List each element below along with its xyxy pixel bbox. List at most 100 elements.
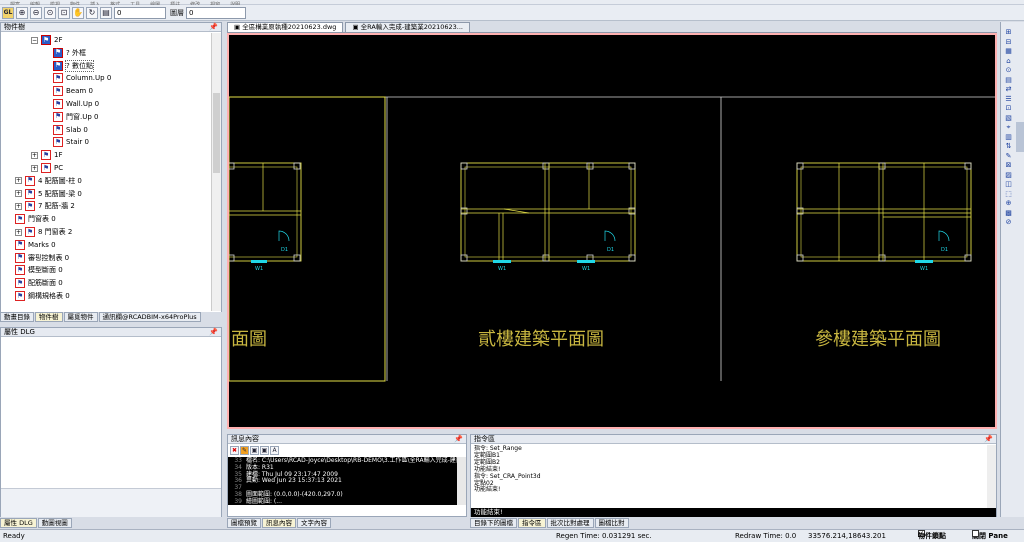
panel-tab[interactable]: 物件樹 xyxy=(35,312,63,322)
side-tool-icon[interactable]: ▩ xyxy=(1004,209,1013,218)
object-tree[interactable]: − ⚑ 2F ⚑? 外框 ⚑? 數位點 ⚑ Column.Up 0 ⚑ Beam 0 ⚑ Wall.… xyxy=(1,33,211,311)
zoom-extents-icon[interactable]: ⊡ xyxy=(58,6,70,19)
pin-icon[interactable]: 📌 xyxy=(984,435,993,444)
zoom-in-icon[interactable]: ⊕ xyxy=(16,6,28,19)
tree-item[interactable]: ⚑? 外框 xyxy=(53,47,86,59)
side-tool-icon[interactable]: ⇄ xyxy=(1004,85,1013,94)
tree-item[interactable]: ⚑ 審핑控制表 0 xyxy=(15,252,69,264)
clear-icon[interactable]: ✖ xyxy=(230,446,239,455)
gl-button[interactable]: GL xyxy=(2,6,14,19)
side-tool-icon[interactable]: ⊕ xyxy=(1004,199,1013,208)
highlight-icon[interactable]: ✎ xyxy=(240,446,249,455)
expand-toggle-icon[interactable]: + xyxy=(15,202,22,210)
pan-icon[interactable]: ✋ xyxy=(72,6,84,19)
panel-tab[interactable]: 動畫目錄 xyxy=(0,312,34,322)
panel-tab[interactable]: 圖檔比對 xyxy=(594,518,629,528)
tree-item[interactable]: + ⚑ 4 配筋圖-柱 0 xyxy=(15,175,82,187)
side-tool-icon[interactable]: ⊙ xyxy=(1004,66,1013,75)
side-tool-icon[interactable]: ⊞ xyxy=(1004,28,1013,37)
side-tool-icon[interactable]: ✎ xyxy=(1004,152,1013,161)
zoom-window-icon[interactable]: ⊙ xyxy=(44,6,56,19)
tree-item[interactable]: ⚑ 鋼構規格表 0 xyxy=(15,290,70,302)
tree-item[interactable]: ⚑ Wall.Up 0 xyxy=(53,98,99,110)
expand-toggle-icon[interactable]: + xyxy=(31,164,38,172)
tree-item-label: 審핑控制表 0 xyxy=(28,253,70,262)
command-input[interactable]: 功能結束! xyxy=(471,508,996,517)
layer-combo[interactable]: 0 xyxy=(186,6,246,19)
color-combo[interactable]: 0 xyxy=(114,6,166,19)
side-tool-icon[interactable]: ☰ xyxy=(1004,95,1013,104)
side-tool-icon[interactable]: ▥ xyxy=(1004,133,1013,142)
panel-tab[interactable]: 指令區 xyxy=(518,518,546,528)
close-pane-checkbox[interactable] xyxy=(972,530,979,537)
document-tab[interactable]: ▣ 全RA輸入完成-建築業20210623... xyxy=(345,22,470,32)
side-tool-icon[interactable]: ▤ xyxy=(1004,76,1013,85)
side-tool-icon[interactable]: ▦ xyxy=(1004,47,1013,56)
tree-item[interactable]: ⚑ Column.Up 0 xyxy=(53,72,111,84)
panel-tab[interactable]: 目錄下的圖檔 xyxy=(470,518,517,528)
panel-tab[interactable]: 屬性 DLG xyxy=(0,518,37,528)
side-tool-icon[interactable]: ▨ xyxy=(1004,171,1013,180)
tree-item[interactable]: ⚑ 配筋斷面 0 xyxy=(15,277,63,289)
message-scrollbar[interactable] xyxy=(457,457,466,505)
tree-item[interactable]: ⚑ Slab 0 xyxy=(53,124,88,136)
expand-toggle-icon[interactable]: + xyxy=(15,177,22,185)
drawing-frame: D1 W1 D1 W1 W1 D1 W1 面圖 貳樓建築平面圖 參樓建築平面圖 xyxy=(227,33,997,429)
side-tool-icon[interactable]: ⊠ xyxy=(1004,161,1013,170)
side-tool-icon[interactable]: ⊡ xyxy=(1004,104,1013,113)
close-pane-toggle[interactable]: 關閉 Pane xyxy=(972,530,1008,542)
side-tool-icon[interactable]: ⊘ xyxy=(1004,218,1013,227)
tree-item[interactable]: ⚑ Beam 0 xyxy=(53,85,93,97)
side-tool-icon[interactable]: ⬚ xyxy=(1004,190,1013,199)
layer-manager-icon[interactable]: ▤ xyxy=(100,6,112,19)
panel-tab[interactable]: 批次比對處理 xyxy=(546,518,594,528)
side-tool-icon[interactable]: ⌂ xyxy=(1004,57,1013,66)
message-body[interactable]: 33 檔名: C:\Users\RCAD-Joyce\Desktop\RB-DEM… xyxy=(228,457,466,505)
save-as-icon[interactable]: ▣ xyxy=(260,446,269,455)
expand-toggle-icon[interactable]: + xyxy=(31,151,38,159)
tree-item[interactable]: − ⚑ 2F xyxy=(31,34,62,46)
redraw-icon[interactable]: ↻ xyxy=(86,6,98,19)
tree-item[interactable]: ⚑ 模型斷面 0 xyxy=(15,264,63,276)
drawing-canvas[interactable]: D1 W1 D1 W1 W1 D1 W1 面圖 貳樓建築平面圖 參樓建築平面圖 xyxy=(229,35,995,427)
command-scrollbar[interactable] xyxy=(987,445,996,508)
side-scroll-thumb[interactable] xyxy=(1016,122,1024,152)
tree-item[interactable]: ⚑ 門窗表 0 xyxy=(15,213,56,225)
tree-item-label: Beam 0 xyxy=(66,87,93,96)
panel-tab[interactable]: 屬覓物件 xyxy=(63,312,98,322)
panel-tab[interactable]: 文字內容 xyxy=(297,518,331,528)
panel-tab[interactable]: 通訊欄@RCADBIM-x64ProPlus xyxy=(98,312,201,322)
column xyxy=(542,254,550,262)
panel-title: 訊息內容 📌 xyxy=(228,435,466,444)
expand-toggle-icon[interactable]: + xyxy=(15,228,22,236)
tree-item[interactable]: + ⚑ 7 配筋-牆 2 xyxy=(15,200,75,212)
tree-scrollbar[interactable] xyxy=(211,33,221,311)
pin-icon[interactable]: 📌 xyxy=(209,328,218,337)
expand-toggle-icon[interactable]: + xyxy=(15,190,22,198)
tree-item[interactable]: ⚑ 門窗.Up 0 xyxy=(53,111,98,123)
side-tool-icon[interactable]: ⌖ xyxy=(1004,123,1013,132)
tree-item[interactable]: + ⚑ PC xyxy=(31,162,63,174)
document-tab[interactable]: ▣ 全區構業原執種20210623.dwg xyxy=(227,22,344,32)
font-icon[interactable]: A xyxy=(270,446,279,455)
panel-tab[interactable]: 訊息內容 xyxy=(262,518,296,528)
tree-item[interactable]: + ⚑ 1F xyxy=(31,149,62,161)
tree-item[interactable]: ⚑ Marks 0 xyxy=(15,239,56,251)
property-grid[interactable] xyxy=(1,338,221,488)
zoom-out-icon[interactable]: ⊖ xyxy=(30,6,42,19)
pin-icon[interactable]: 📌 xyxy=(209,23,218,32)
tree-item[interactable]: + ⚑ 5 配筋圖-梁 0 xyxy=(15,188,82,200)
side-tool-icon[interactable]: ⊟ xyxy=(1004,38,1013,47)
expand-toggle-icon[interactable]: − xyxy=(31,36,38,44)
side-tool-icon[interactable]: ◫ xyxy=(1004,180,1013,189)
save-icon[interactable]: ▣ xyxy=(250,446,259,455)
tree-item[interactable]: ⚑ Stair 0 xyxy=(53,136,89,148)
pin-icon[interactable]: 📌 xyxy=(454,435,463,444)
tree-item[interactable]: + ⚑ 8 門窗表 2 xyxy=(15,226,72,238)
scrollbar-thumb[interactable] xyxy=(213,93,220,173)
side-tool-icon[interactable]: ▧ xyxy=(1004,114,1013,123)
tree-item[interactable]: ⚑? 數位點 xyxy=(53,59,94,72)
panel-tab[interactable]: 圖檔預覽 xyxy=(227,518,261,528)
side-tool-icon[interactable]: ⇅ xyxy=(1004,142,1013,151)
panel-tab[interactable]: 動圖視圖 xyxy=(37,518,72,528)
